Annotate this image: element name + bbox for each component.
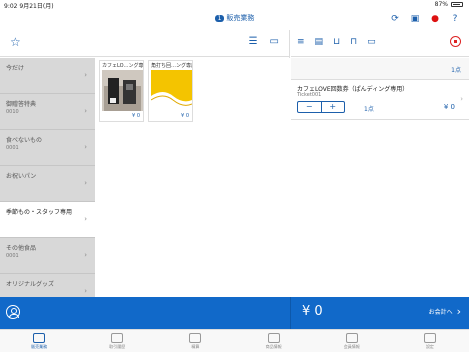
category-item-selected[interactable]: 季節もの・スタッフ専用 › — [0, 202, 95, 238]
product-pane: ☆ ☰ ▭ 今だけ › 御贈答特典 0010 › 食べないもの 0001 › お… — [0, 30, 290, 310]
quantity-stepper[interactable]: − + — [297, 101, 345, 113]
card-icon[interactable]: ▭ — [367, 37, 376, 47]
list-view-icon[interactable]: ☰ — [249, 36, 258, 47]
product-grid: カフェLO…ング専用 ¥ 0 角打ち回…ング専用 ¥ 0 — [96, 58, 290, 297]
cart-count: 1点 — [451, 67, 461, 74]
checkout-button[interactable]: お会計へ › — [428, 304, 461, 318]
box-icon[interactable]: ⊓ — [350, 37, 357, 47]
chevron-right-icon: › — [84, 287, 87, 295]
tab-label: 会員情報 — [343, 344, 360, 349]
chevron-right-icon: › — [84, 179, 87, 187]
status-bar: 9:02 9月21日(月) 87% — [0, 0, 469, 10]
category-list: 今だけ › 御贈答特典 0010 › 食べないもの 0001 › お祝いパン ›… — [0, 58, 95, 310]
category-name: その他食品 — [6, 245, 37, 252]
cart-pane: ≡ ▤ ⊔ ⊓ ▭ 1点 カフェLOVE回数券（ぱんディング専用） Ticket… — [291, 30, 469, 297]
category-item[interactable]: 食べないもの 0001 › — [0, 130, 95, 166]
battery-percent: 87% — [434, 1, 448, 8]
chevron-right-icon: › — [84, 107, 87, 115]
chevron-right-icon: › — [460, 95, 463, 103]
product-card[interactable]: 角打ち回…ング専用 ¥ 0 — [148, 60, 193, 122]
gear-icon — [423, 333, 436, 343]
category-code: 0010 — [6, 109, 19, 115]
tab-label: 商品情報 — [265, 344, 282, 349]
tab-members[interactable]: 会員情報 — [313, 330, 391, 352]
tray-icon[interactable]: ⊔ — [333, 37, 340, 47]
folder-icon[interactable]: ▭ — [270, 36, 279, 47]
history-icon — [111, 333, 124, 343]
chevron-right-icon: › — [84, 215, 87, 223]
total-amount: ¥ 0 — [302, 304, 323, 319]
category-code: 0001 — [6, 145, 19, 151]
clock: 9:02 — [4, 3, 18, 10]
status-time: 9:02 9月21日(月) — [4, 1, 54, 10]
wrench-icon — [189, 333, 202, 343]
cart-toolbar: ≡ ▤ ⊔ ⊓ ▭ — [291, 30, 469, 57]
tab-label: 販売業務 — [31, 344, 48, 349]
checkout-label: お会計へ — [428, 309, 453, 316]
favorite-star-icon[interactable]: ☆ — [10, 35, 21, 49]
product-title: カフェLO…ング専用 — [102, 63, 143, 69]
sidebar-toggle-icon[interactable]: ▣ — [409, 14, 421, 24]
nav-title-text: 販売業務 — [226, 14, 255, 22]
cart-tool-icons: ≡ ▤ ⊔ ⊓ ▭ — [297, 37, 376, 47]
tab-sales[interactable]: 販売業務 — [0, 330, 78, 352]
product-price: ¥ 0 — [132, 113, 140, 119]
box-icon — [267, 333, 280, 343]
category-name: 今だけ — [6, 65, 25, 72]
cart-count-row: 1点 — [291, 58, 469, 80]
divider — [290, 297, 291, 329]
cart-item[interactable]: カフェLOVE回数券（ぱんディング専用） Ticket001 − + 1点 ¥ … — [291, 80, 469, 120]
refresh-icon[interactable]: ⟳ — [389, 14, 401, 24]
chevron-right-icon: › — [84, 71, 87, 79]
receipt-icon[interactable]: ▤ — [315, 37, 324, 47]
category-name: オリジナルグッズ — [6, 281, 55, 288]
category-item[interactable]: お祝いパン › — [0, 166, 95, 202]
battery-icon — [451, 2, 463, 7]
category-name: 御贈答特典 — [6, 101, 37, 108]
status-right: 87% — [435, 1, 463, 8]
menu-lines-icon[interactable]: ≡ — [297, 37, 305, 47]
customer-icon[interactable] — [6, 305, 20, 319]
category-name: 季節もの・スタッフ専用 — [6, 209, 73, 216]
product-toolbar: ☆ ☰ ▭ — [0, 30, 289, 57]
cart-item-qty: 1点 — [364, 106, 374, 113]
product-tool-icons: ☰ ▭ — [249, 36, 279, 47]
product-title: 角打ち回…ング専用 — [151, 63, 192, 69]
nav-bar: 1 販売業務 ⟳ ▣ ● ? — [0, 10, 469, 30]
help-icon[interactable]: ? — [449, 14, 461, 24]
product-card[interactable]: カフェLO…ング専用 ¥ 0 — [99, 60, 144, 122]
stop-icon[interactable] — [450, 36, 461, 47]
tab-history[interactable]: 取引履歴 — [78, 330, 156, 352]
register-icon — [33, 333, 46, 343]
category-code: 0001 — [6, 253, 19, 259]
date: 9月21日(月) — [19, 3, 54, 10]
tab-settings[interactable]: 設定 — [391, 330, 469, 352]
notification-bell-icon[interactable]: ● — [429, 14, 441, 24]
chevron-right-icon: › — [84, 143, 87, 151]
nav-icons: ⟳ ▣ ● ? — [389, 14, 461, 24]
coffee-machine-image — [102, 70, 143, 111]
tab-label: 取引履歴 — [109, 344, 126, 349]
yellow-wave-image — [151, 70, 192, 111]
person-icon — [345, 333, 358, 343]
tab-products[interactable]: 商品情報 — [235, 330, 313, 352]
tab-label: 精算 — [191, 344, 200, 349]
chevron-right-icon: › — [84, 251, 87, 259]
register-badge[interactable]: 1 — [214, 15, 225, 22]
cart-item-price: ¥ 0 — [443, 103, 455, 111]
checkout-bar: ¥ 0 お会計へ › — [0, 297, 469, 329]
tab-label: 設定 — [425, 344, 434, 349]
decrement-button[interactable]: − — [298, 102, 322, 112]
category-name: お祝いパン — [6, 173, 37, 180]
increment-button[interactable]: + — [322, 102, 345, 112]
category-item[interactable]: その他食品 0001 › — [0, 238, 95, 274]
category-item[interactable]: 御贈答特典 0010 › — [0, 94, 95, 130]
tab-settlement[interactable]: 精算 — [156, 330, 234, 352]
category-item[interactable]: 今だけ › — [0, 58, 95, 94]
chevron-right-icon: › — [456, 304, 461, 318]
product-price: ¥ 0 — [181, 113, 189, 119]
cart-item-code: Ticket001 — [297, 92, 322, 98]
tab-bar: 販売業務 取引履歴 精算 商品情報 会員情報 設定 — [0, 329, 469, 352]
category-name: 食べないもの — [6, 137, 43, 144]
